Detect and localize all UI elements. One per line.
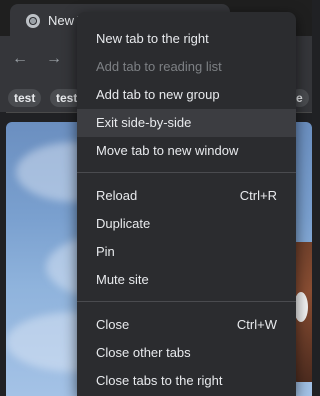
menu-item-label: Pin [96, 244, 115, 259]
menu-item-pin[interactable]: Pin [77, 238, 296, 266]
menu-item-duplicate[interactable]: Duplicate [77, 210, 296, 238]
menu-item-label: Move tab to new window [96, 143, 239, 158]
menu-item-new-tab-right[interactable]: New tab to the right [77, 25, 296, 53]
menu-item-label: Reload [96, 188, 138, 203]
menu-item-close-other-tabs[interactable]: Close other tabs [77, 339, 296, 367]
menu-item-label: Duplicate [96, 216, 151, 231]
menu-item-add-reading-list: Add tab to reading list [77, 53, 296, 81]
menu-item-label: Mute site [96, 272, 149, 287]
shortcut-label: Ctrl+R [239, 188, 277, 203]
back-arrow-icon[interactable]: ← [12, 50, 28, 68]
menu-item-label: New tab to the right [96, 31, 209, 46]
menu-item-label: Add tab to reading list [96, 59, 222, 74]
menu-separator [77, 172, 296, 173]
forward-arrow-icon[interactable]: → [46, 50, 62, 68]
menu-item-close-tabs-right[interactable]: Close tabs to the right [77, 367, 296, 395]
browser-window: New T ← → test test e New tab to the rig… [0, 0, 312, 396]
bookmark-test-1[interactable]: test [8, 89, 42, 107]
menu-item-close[interactable]: Close Ctrl+W [77, 311, 296, 339]
menu-item-label: Add tab to new group [96, 87, 220, 102]
shortcut-label: Ctrl+W [236, 317, 277, 332]
chrome-icon [26, 14, 40, 28]
menu-item-label: Exit side-by-side [96, 115, 192, 130]
white-shape [294, 292, 308, 322]
menu-item-add-new-group[interactable]: Add tab to new group [77, 81, 296, 109]
menu-item-label: Close other tabs [96, 345, 191, 360]
menu-item-reload[interactable]: Reload Ctrl+R [77, 182, 296, 210]
menu-item-label: Close tabs to the right [96, 373, 223, 388]
menu-separator [77, 301, 296, 302]
tab-context-menu: New tab to the right Add tab to reading … [77, 12, 296, 396]
menu-item-exit-side-by-side[interactable]: Exit side-by-side [77, 109, 296, 137]
menu-item-mute-site[interactable]: Mute site [77, 266, 296, 294]
menu-item-label: Close [96, 317, 130, 332]
menu-item-move-new-window[interactable]: Move tab to new window [77, 137, 296, 165]
